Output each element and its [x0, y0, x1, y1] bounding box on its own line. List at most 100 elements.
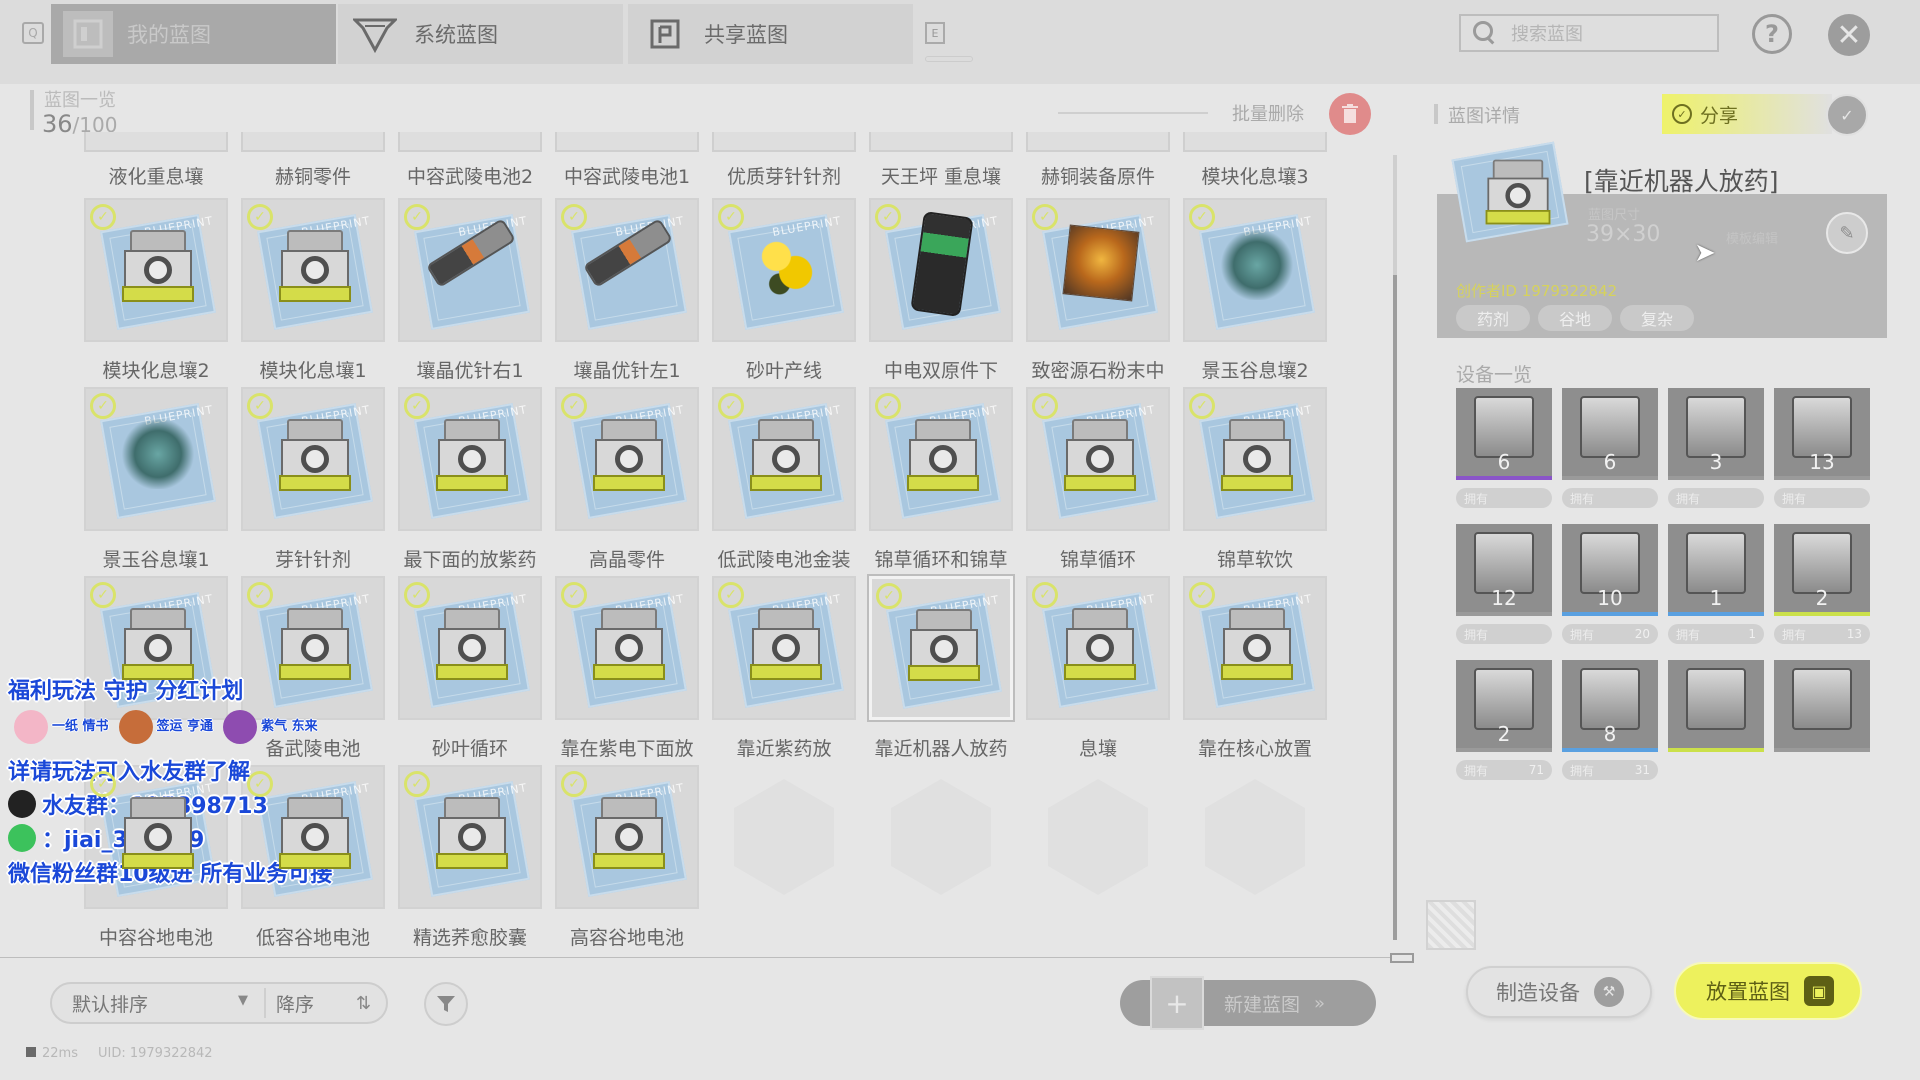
sort-order-icon[interactable]: ⇅	[356, 993, 371, 1014]
blueprint-card-partial[interactable]	[241, 132, 385, 152]
device-tile[interactable]: 8	[1562, 660, 1658, 752]
blueprint-thumbnail[interactable]: ✓BLUEPRINT	[869, 576, 1013, 720]
resize-handle[interactable]	[1390, 953, 1414, 963]
blueprint-card-partial[interactable]	[555, 132, 699, 152]
blueprint-card[interactable]: ✓ BLUEPRINT 高容谷地电池	[555, 765, 699, 947]
device-tile[interactable]: 2	[1456, 660, 1552, 752]
blueprint-thumbnail[interactable]: ✓BLUEPRINT	[84, 198, 228, 342]
blueprint-thumbnail[interactable]: ✓BLUEPRINT	[712, 576, 856, 720]
blueprint-card[interactable]: ✓BLUEPRINT 壤晶优针右1	[398, 198, 542, 383]
blueprint-thumbnail[interactable]: ✓BLUEPRINT	[1183, 387, 1327, 531]
device-item[interactable]: 8 拥有 31	[1562, 660, 1658, 780]
close-button[interactable]: ✕	[1828, 14, 1870, 56]
blueprint-thumbnail[interactable]: ✓BLUEPRINT	[398, 576, 542, 720]
blueprint-thumbnail[interactable]: ✓BLUEPRINT	[398, 387, 542, 531]
blueprint-card-partial[interactable]	[869, 132, 1013, 152]
blueprint-card[interactable]: ✓BLUEPRINT 壤晶优针左1	[555, 198, 699, 383]
blueprint-thumbnail[interactable]: ✓BLUEPRINT	[712, 198, 856, 342]
blueprint-card[interactable]: ✓ BLUEPRINT 芽针针剂	[241, 387, 385, 572]
device-item[interactable]: 1 拥有 1	[1668, 524, 1764, 644]
blueprint-thumbnail[interactable]: ✓BLUEPRINT	[241, 387, 385, 531]
blueprint-card[interactable]: ✓ BLUEPRINT 致密源石粉末中	[1026, 198, 1170, 383]
blueprint-card-partial[interactable]	[84, 132, 228, 152]
sort-dropdown[interactable]: 默认排序 降序 ⇅	[50, 982, 388, 1024]
blueprint-thumbnail[interactable]: ✓BLUEPRINT	[869, 198, 1013, 342]
tab-system-blueprints[interactable]: 系统蓝图	[338, 4, 623, 64]
blueprint-card[interactable]: ✓ BLUEPRINT 靠在核心放置	[1183, 576, 1327, 761]
blueprint-thumbnail[interactable]: ✓BLUEPRINT	[398, 198, 542, 342]
blueprint-thumbnail[interactable]: ✓BLUEPRINT	[84, 387, 228, 531]
blueprint-card-partial[interactable]	[398, 132, 542, 152]
device-item[interactable]: 6 拥有	[1456, 388, 1552, 508]
blueprint-thumbnail[interactable]: ✓BLUEPRINT	[241, 576, 385, 720]
blueprint-card[interactable]: ✓ BLUEPRINT 景玉谷息壤2	[1183, 198, 1327, 383]
blueprint-card[interactable]: ✓ BLUEPRINT 锦草循环和锦草	[869, 387, 1013, 572]
blueprint-thumbnail[interactable]: ✓BLUEPRINT	[1183, 198, 1327, 342]
device-tile[interactable]: 6	[1562, 388, 1658, 480]
device-tile[interactable]	[1774, 660, 1870, 752]
blueprint-thumbnail[interactable]: ✓BLUEPRINT	[398, 765, 542, 909]
blueprint-card-partial[interactable]	[1026, 132, 1170, 152]
blueprint-card[interactable]: ✓ BLUEPRINT 砂叶循环	[398, 576, 542, 761]
blueprint-card-partial[interactable]	[712, 132, 856, 152]
device-item[interactable]: 13 拥有	[1774, 388, 1870, 508]
blueprint-card[interactable]: ✓ BLUEPRINT 锦草循环	[1026, 387, 1170, 572]
blueprint-thumbnail[interactable]: ✓BLUEPRINT	[1183, 576, 1327, 720]
blueprint-card[interactable]: ✓ BLUEPRINT 模块化息壤2	[84, 198, 228, 383]
device-tile[interactable]: 3	[1668, 388, 1764, 480]
blueprint-card[interactable]: ✓ BLUEPRINT 高晶零件	[555, 387, 699, 572]
scrollbar-thumb[interactable]	[1393, 275, 1397, 940]
blueprint-card[interactable]: ✓ BLUEPRINT 景玉谷息壤1	[84, 387, 228, 572]
blueprint-grid[interactable]: 液化重息壤 赫铜零件 中容武陵电池2 中容武陵电池1 优质芽针针剂 天王坪 重息壤 赫铜装备…	[84, 132, 1344, 947]
blueprint-card-partial[interactable]	[1183, 132, 1327, 152]
blueprint-thumbnail[interactable]: ✓BLUEPRINT	[555, 576, 699, 720]
blueprint-card[interactable]: ✓ BLUEPRINT 息壤	[1026, 576, 1170, 761]
search-input[interactable]: 搜索蓝图	[1459, 14, 1719, 52]
blueprint-card[interactable]: ✓BLUEPRINT 中电双原件下	[869, 198, 1013, 383]
blueprint-card[interactable]: ✓ BLUEPRINT 低武陵电池金装	[712, 387, 856, 572]
tab-shared-blueprints[interactable]: 共享蓝图	[628, 4, 913, 64]
sort-default[interactable]: 默认排序	[52, 990, 264, 1017]
device-item[interactable]: 12 拥有	[1456, 524, 1552, 644]
blueprint-card[interactable]: ✓ BLUEPRINT 最下面的放紫药	[398, 387, 542, 572]
blueprint-card[interactable]: ✓ BLUEPRINT 砂叶产线	[712, 198, 856, 383]
sort-order[interactable]: 降序	[266, 990, 356, 1017]
blueprint-card[interactable]: ✓ BLUEPRINT 精选荞愈胶囊	[398, 765, 542, 947]
device-item[interactable]: 2 拥有 71	[1456, 660, 1552, 780]
make-device-button[interactable]: 制造设备 ⚒	[1466, 966, 1652, 1018]
blueprint-thumbnail[interactable]: ✓BLUEPRINT	[869, 387, 1013, 531]
tab-my-blueprints[interactable]: 我的蓝图	[51, 4, 336, 64]
share-confirm-icon[interactable]: ✓	[1826, 94, 1868, 136]
device-tile[interactable]: 1	[1668, 524, 1764, 616]
device-tile[interactable]	[1668, 660, 1764, 752]
place-blueprint-button[interactable]: 放置蓝图 ▣	[1674, 962, 1862, 1020]
blueprint-card[interactable]: ✓ BLUEPRINT 模块化息壤1	[241, 198, 385, 383]
device-tile[interactable]: 10	[1562, 524, 1658, 616]
device-item[interactable]: 3 拥有	[1668, 388, 1764, 508]
device-item[interactable]	[1774, 660, 1870, 752]
blueprint-thumbnail[interactable]: ✓BLUEPRINT	[241, 198, 385, 342]
blueprint-thumbnail[interactable]: ✓BLUEPRINT	[555, 198, 699, 342]
help-button[interactable]: ?	[1752, 14, 1792, 54]
trash-icon[interactable]	[1329, 93, 1371, 135]
blueprint-thumbnail[interactable]: ✓BLUEPRINT	[555, 387, 699, 531]
blueprint-card[interactable]: ✓ BLUEPRINT 靠在紫电下面放	[555, 576, 699, 761]
filter-icon[interactable]	[424, 982, 468, 1026]
new-blueprint-button[interactable]: + 新建蓝图 »	[1120, 976, 1376, 1030]
device-tile[interactable]: 12	[1456, 524, 1552, 616]
device-tile[interactable]: 13	[1774, 388, 1870, 480]
blueprint-thumbnail[interactable]: ✓BLUEPRINT	[1026, 576, 1170, 720]
blueprint-card[interactable]: ✓ BLUEPRINT 锦草软饮	[1183, 387, 1327, 572]
blueprint-thumbnail[interactable]: ✓BLUEPRINT	[712, 387, 856, 531]
device-item[interactable]: 6 拥有	[1562, 388, 1658, 508]
device-tile[interactable]: 2	[1774, 524, 1870, 616]
blueprint-thumbnail[interactable]: ✓BLUEPRINT	[555, 765, 699, 909]
share-button[interactable]: ✓ 分享	[1662, 94, 1832, 134]
device-item[interactable]: 10 拥有 20	[1562, 524, 1658, 644]
edit-icon[interactable]: ✎	[1826, 212, 1868, 254]
blueprint-card[interactable]: ✓ BLUEPRINT 靠近紫药放	[712, 576, 856, 761]
device-item[interactable]	[1668, 660, 1764, 752]
device-tile[interactable]: 6	[1456, 388, 1552, 480]
device-item[interactable]: 2 拥有 13	[1774, 524, 1870, 644]
blueprint-thumbnail[interactable]: ✓BLUEPRINT	[1026, 387, 1170, 531]
